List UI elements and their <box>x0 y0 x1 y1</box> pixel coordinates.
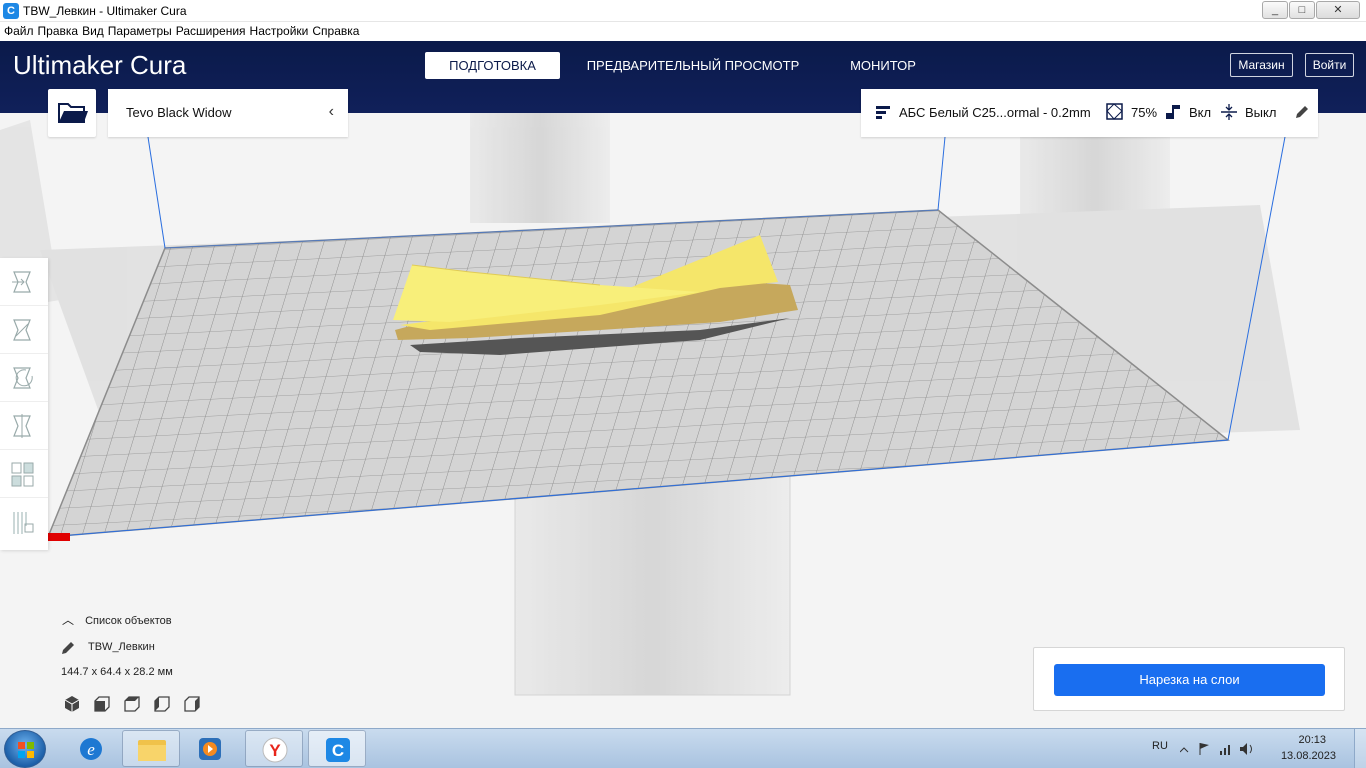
pencil-icon[interactable] <box>1293 103 1311 121</box>
folder-icon <box>58 103 88 123</box>
logo-bold: Ultimaker <box>13 50 123 80</box>
menu-view[interactable]: Вид <box>82 22 108 41</box>
view-right-icon[interactable] <box>182 694 202 714</box>
support-blocker-tool[interactable] <box>0 498 48 546</box>
chevron-up-icon: ︿ <box>62 613 75 627</box>
menu-help[interactable]: Справка <box>312 22 363 41</box>
windows-logo-icon <box>18 742 34 758</box>
maximize-button[interactable]: □ <box>1289 1 1315 19</box>
infill-icon <box>1106 103 1123 120</box>
tray-icons <box>1180 743 1252 755</box>
close-button[interactable]: ✕ <box>1316 1 1360 19</box>
object-list-toggle[interactable]: ︿ Список объектов <box>62 611 172 628</box>
profile-icon <box>876 106 890 119</box>
window-controls: _ □ ✕ <box>1262 1 1360 19</box>
pencil-icon[interactable] <box>60 640 76 656</box>
rotate-icon <box>13 367 33 389</box>
tool-panel <box>0 258 48 550</box>
tab-preview[interactable]: ПРЕДВАРИТЕЛЬНЫЙ ПРОСМОТР <box>578 52 808 79</box>
adhesion-value: Выкл <box>1245 105 1277 120</box>
object-name: TBW_Левкин <box>88 641 155 653</box>
support-value: Вкл <box>1189 105 1212 120</box>
build-plate-scene <box>0 113 1300 696</box>
svg-text:e: e <box>87 740 95 759</box>
object-dimensions: 144.7 x 64.4 x 28.2 мм <box>61 666 173 678</box>
infill-value: 75% <box>1131 105 1158 120</box>
menu-extensions[interactable]: Расширения <box>176 22 250 41</box>
view-top-icon[interactable] <box>122 694 142 714</box>
support-icon <box>1166 105 1180 119</box>
chevron-left-icon: ‹ <box>328 103 334 120</box>
windows-taskbar: e Y C RU 20:13 13.08.2023 <box>0 728 1366 768</box>
flag-icon <box>1199 743 1209 755</box>
svg-text:C: C <box>332 741 344 760</box>
object-list-title: Список объектов <box>85 615 172 627</box>
rotate-tool[interactable] <box>0 354 48 402</box>
support-blocker-icon <box>13 512 34 534</box>
start-button[interactable] <box>4 730 46 768</box>
cura-icon: C <box>326 738 350 762</box>
app-logo: Ultimaker Cura <box>13 50 186 81</box>
view-orientation-buttons <box>62 694 202 714</box>
view-front-icon[interactable] <box>92 694 112 714</box>
per-model-settings-icon <box>11 462 34 487</box>
logo-light: Cura <box>130 50 187 80</box>
clock-date[interactable]: 13.08.2023 <box>1281 750 1336 762</box>
taskbar-media-player[interactable] <box>182 730 240 767</box>
cura-app-icon: C <box>3 3 19 19</box>
language-indicator[interactable]: RU <box>1152 740 1168 752</box>
menu-edit[interactable]: Правка <box>38 22 83 41</box>
tab-prepare[interactable]: ПОДГОТОВКА <box>425 52 560 79</box>
view-left-icon[interactable] <box>152 694 172 714</box>
folder-icon <box>138 740 166 761</box>
scale-icon <box>13 319 31 341</box>
menu-file[interactable]: Файл <box>4 22 38 41</box>
taskbar-cura[interactable]: C <box>308 730 366 767</box>
move-tool[interactable] <box>0 258 48 306</box>
profile-label: АБС Белый C25...ormal - 0.2mm <box>899 105 1091 120</box>
printer-selector[interactable]: Tevo Black Widow ‹ <box>108 89 348 137</box>
minimize-button[interactable]: _ <box>1262 1 1288 19</box>
window-titlebar: C TBW_Левкин - Ultimaker Cura _ □ ✕ <box>0 0 1366 22</box>
menu-settings[interactable]: Параметры <box>108 22 176 41</box>
per-model-settings-tool[interactable] <box>0 450 48 498</box>
slice-panel: Нарезка на слои <box>1033 647 1345 711</box>
window-title: TBW_Левкин - Ultimaker Cura <box>23 4 187 18</box>
menu-preferences[interactable]: Настройки <box>250 22 313 41</box>
move-icon <box>12 271 31 293</box>
show-desktop-button[interactable] <box>1354 729 1366 768</box>
adhesion-icon <box>1221 104 1237 120</box>
print-settings-panel[interactable]: АБС Белый C25...ormal - 0.2mm 75% Вкл Вы… <box>861 89 1318 137</box>
marketplace-button[interactable]: Магазин <box>1230 53 1293 77</box>
signin-button[interactable]: Войти <box>1305 53 1354 77</box>
scale-tool[interactable] <box>0 306 48 354</box>
slice-button[interactable]: Нарезка на слои <box>1054 664 1325 696</box>
volume-icon <box>1240 743 1252 755</box>
3d-viewport[interactable] <box>0 113 1366 728</box>
menu-bar: Файл Правка Вид Параметры Расширения Нас… <box>0 22 1366 41</box>
mirror-icon <box>13 414 31 438</box>
mirror-tool[interactable] <box>0 402 48 450</box>
network-icon <box>1220 745 1230 755</box>
internet-explorer-icon: e <box>80 738 102 760</box>
tab-monitor[interactable]: МОНИТОР <box>838 52 928 79</box>
taskbar-yandex-browser[interactable]: Y <box>245 730 303 767</box>
clock-time[interactable]: 20:13 <box>1298 734 1326 746</box>
yandex-browser-icon: Y <box>262 737 288 763</box>
svg-text:Y: Y <box>269 741 281 760</box>
media-player-icon <box>199 738 221 760</box>
taskbar-ie[interactable]: e <box>62 730 120 767</box>
taskbar-explorer[interactable] <box>122 730 180 767</box>
open-file-button[interactable] <box>48 89 96 137</box>
printer-name: Tevo Black Widow <box>126 105 232 120</box>
view-3d-icon[interactable] <box>62 694 82 714</box>
